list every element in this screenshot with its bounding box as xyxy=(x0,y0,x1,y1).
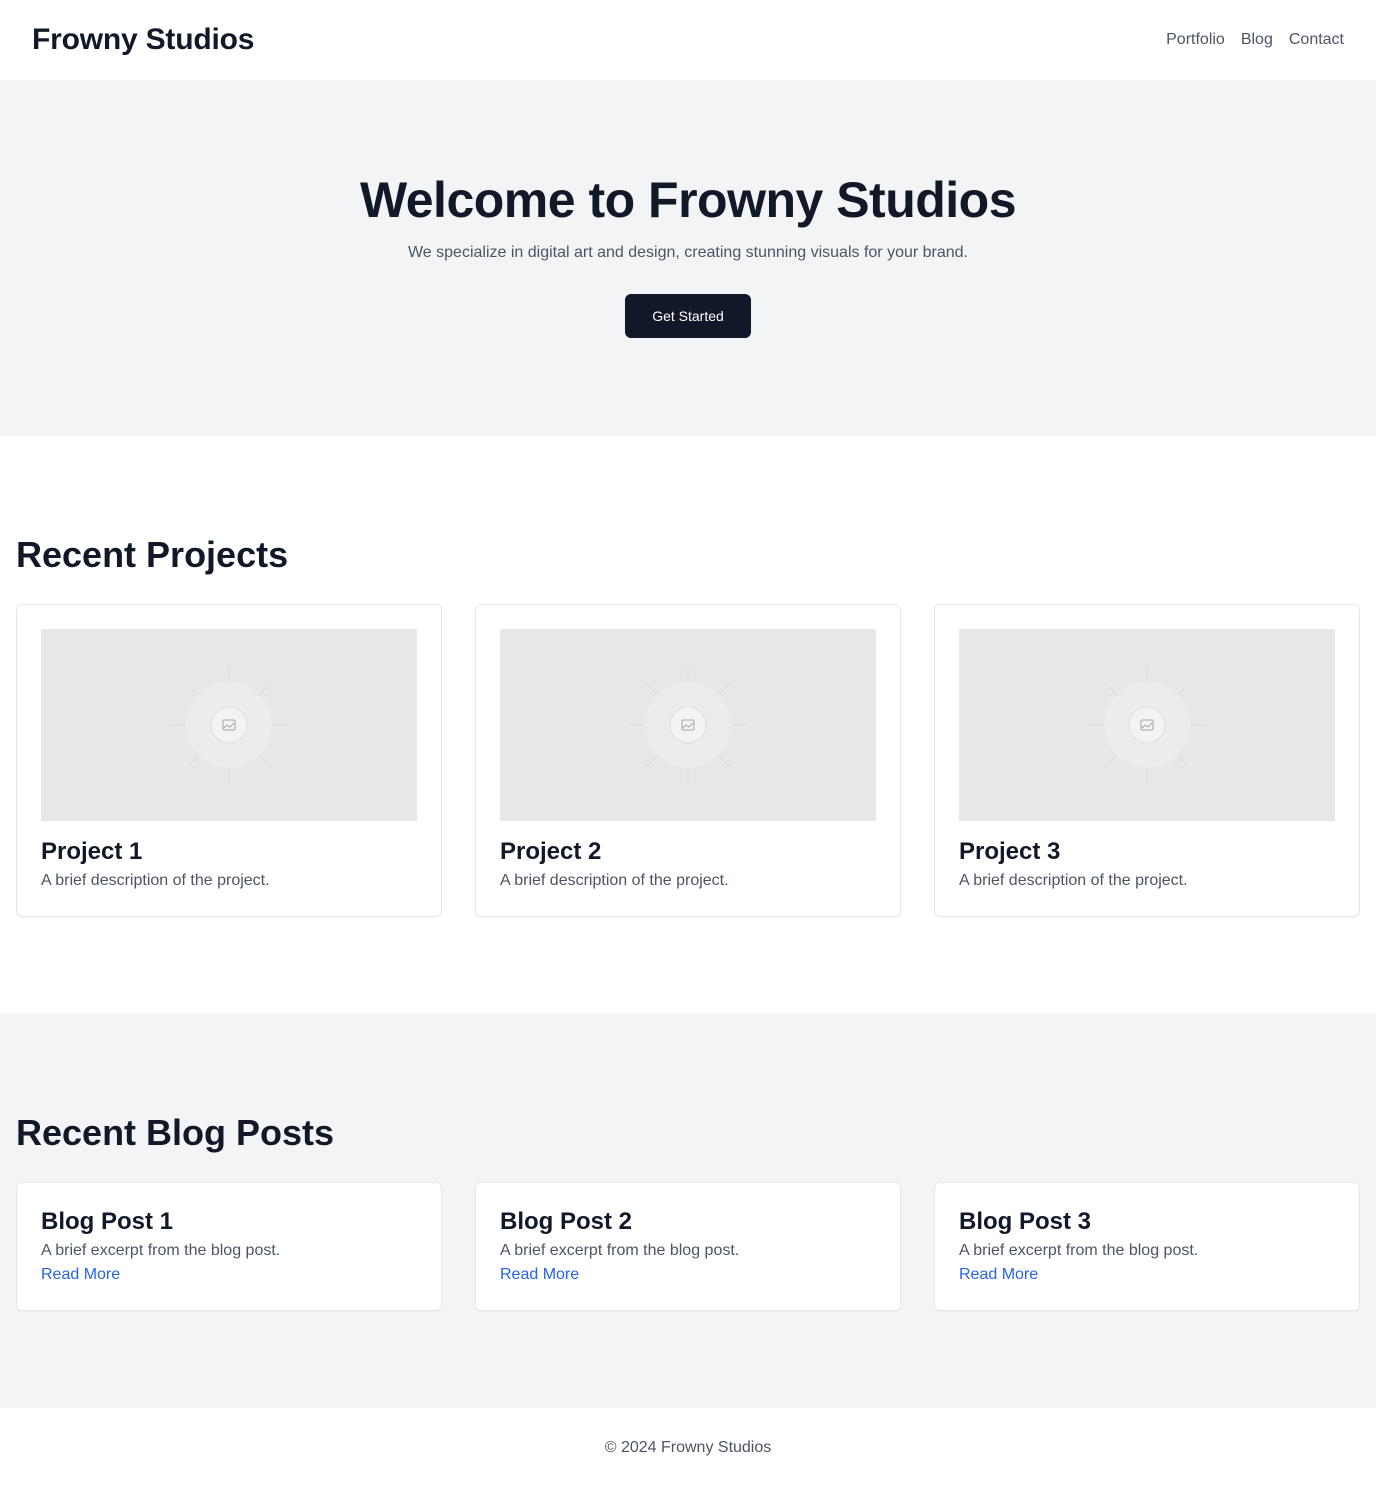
project-card[interactable]: Project 2 A brief description of the pro… xyxy=(475,604,901,917)
nav-contact[interactable]: Contact xyxy=(1289,31,1344,49)
blog-section: Recent Blog Posts Blog Post 1 A brief ex… xyxy=(0,1014,1376,1408)
project-thumbnail xyxy=(41,629,417,821)
blog-card: Blog Post 2 A brief excerpt from the blo… xyxy=(475,1182,901,1311)
read-more-link[interactable]: Read More xyxy=(500,1263,579,1287)
hero-subtitle: We specialize in digital art and design,… xyxy=(407,244,968,261)
project-description: A brief description of the project. xyxy=(500,872,729,889)
project-thumbnail xyxy=(500,629,876,821)
project-title: Project 1 xyxy=(41,838,143,865)
get-started-button[interactable]: Get Started xyxy=(625,294,751,338)
blog-post-excerpt: A brief excerpt from the blog post. xyxy=(959,1242,1199,1259)
project-description: A brief description of the project. xyxy=(959,872,1188,889)
blog-post-title: Blog Post 2 xyxy=(500,1208,633,1235)
main-nav: Portfolio Blog Contact xyxy=(1166,31,1344,49)
project-description: A brief description of the project. xyxy=(41,872,270,889)
project-title: Project 3 xyxy=(959,838,1061,865)
blog-post-title: Blog Post 3 xyxy=(959,1208,1092,1235)
image-placeholder-icon xyxy=(169,665,289,785)
projects-title: Recent Projects xyxy=(16,534,289,575)
site-header: Frowny Studios Portfolio Blog Contact xyxy=(0,0,1376,80)
project-card[interactable]: Project 3 A brief description of the pro… xyxy=(934,604,1360,917)
nav-blog[interactable]: Blog xyxy=(1241,31,1273,49)
site-footer: © 2024 Frowny Studios xyxy=(0,1408,1376,1488)
read-more-link[interactable]: Read More xyxy=(959,1263,1038,1287)
image-placeholder-icon xyxy=(628,665,748,785)
blog-post-excerpt: A brief excerpt from the blog post. xyxy=(41,1242,281,1259)
projects-section: Recent Projects Project 1 A brief descri… xyxy=(0,436,1376,1014)
read-more-link[interactable]: Read More xyxy=(41,1263,120,1287)
blog-post-excerpt: A brief excerpt from the blog post. xyxy=(500,1242,740,1259)
hero-title: Welcome to Frowny Studios xyxy=(359,172,1017,228)
nav-portfolio[interactable]: Portfolio xyxy=(1166,31,1225,49)
image-placeholder-icon xyxy=(1087,665,1207,785)
project-card[interactable]: Project 1 A brief description of the pro… xyxy=(16,604,442,917)
copyright-text: © 2024 Frowny Studios xyxy=(604,1439,772,1456)
projects-grid: Project 1 A brief description of the pro… xyxy=(16,604,1360,917)
brand-logo[interactable]: Frowny Studios xyxy=(32,23,254,57)
project-thumbnail xyxy=(959,629,1335,821)
blog-grid: Blog Post 1 A brief excerpt from the blo… xyxy=(16,1182,1360,1311)
project-title: Project 2 xyxy=(500,838,602,865)
hero-section: Welcome to Frowny Studios We specialize … xyxy=(0,80,1376,436)
blog-title: Recent Blog Posts xyxy=(16,1112,335,1153)
blog-card: Blog Post 3 A brief excerpt from the blo… xyxy=(934,1182,1360,1311)
blog-card: Blog Post 1 A brief excerpt from the blo… xyxy=(16,1182,442,1311)
blog-post-title: Blog Post 1 xyxy=(41,1208,174,1235)
